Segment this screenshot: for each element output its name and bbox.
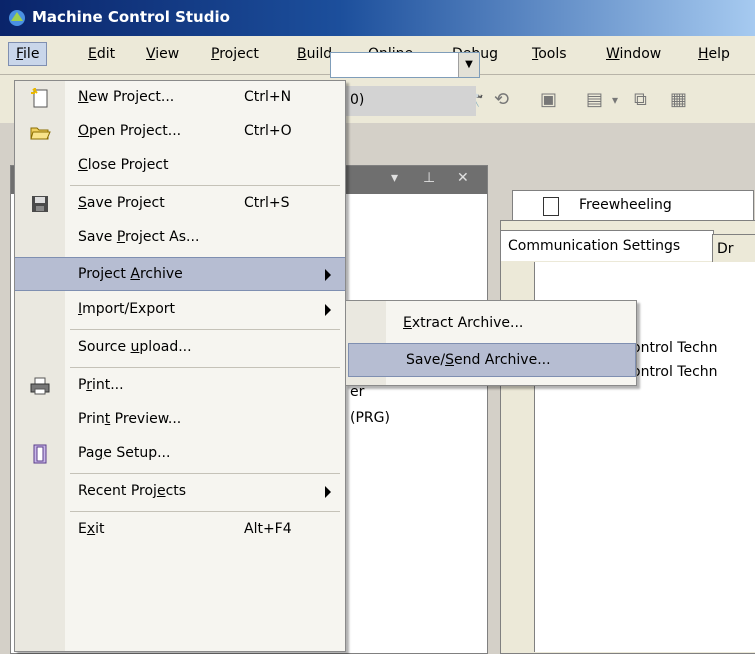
replace-icon[interactable]: ⟲ xyxy=(494,89,509,110)
menu-item-close-project[interactable]: Close Project xyxy=(15,149,345,183)
menu-label: Close Project xyxy=(78,157,169,173)
menu-label: Open Project... xyxy=(78,123,182,139)
project-archive-submenu: Extract Archive... Save/Send Archive... xyxy=(345,300,637,386)
menu-label: Exit xyxy=(78,521,105,537)
menu-view[interactable]: View xyxy=(146,46,179,62)
menu-label: Page Setup... xyxy=(78,445,171,461)
tab-label: Communication Settings xyxy=(508,238,681,254)
window-title: Machine Control Studio xyxy=(32,8,230,26)
menu-label: Save Project xyxy=(78,195,165,211)
tree-row-text: er xyxy=(350,384,365,400)
tab-label: Freewheeling xyxy=(579,197,672,213)
toolbar-icon[interactable]: ▦ xyxy=(670,89,687,110)
menu-item-project-archive[interactable]: Project Archive xyxy=(15,257,345,291)
menu-item-extract-archive[interactable]: Extract Archive... xyxy=(346,307,636,341)
menu-item-source-upload[interactable]: Source upload... xyxy=(15,331,345,365)
menu-label: New Project... xyxy=(78,89,175,105)
tab-freewheeling[interactable]: Freewheeling xyxy=(512,190,754,221)
menu-separator xyxy=(70,367,340,368)
menu-label: Extract Archive... xyxy=(403,315,524,331)
new-project-icon xyxy=(31,88,48,108)
panel-combo[interactable]: ▼ xyxy=(330,52,480,78)
menu-label: Import/Export xyxy=(78,301,176,317)
menu-item-open-project[interactable]: Open Project... Ctrl+O xyxy=(15,115,345,149)
menu-item-recent-projects[interactable]: Recent Projects xyxy=(15,475,345,509)
tab-label: Dr xyxy=(717,241,734,257)
menu-item-save-project[interactable]: Save Project Ctrl+S xyxy=(15,187,345,221)
menu-window[interactable]: Window xyxy=(606,46,661,62)
menu-label: Project Archive xyxy=(78,266,183,282)
new-window-icon[interactable]: ⧉ xyxy=(634,89,647,110)
menu-item-new-project[interactable]: New Project... Ctrl+N xyxy=(15,81,345,115)
menu-edit[interactable]: Edit xyxy=(88,46,115,62)
close-icon[interactable]: ✕ xyxy=(457,170,469,186)
chevron-down-icon[interactable]: ▾ xyxy=(391,170,398,186)
menu-shortcut: Ctrl+O xyxy=(244,123,292,139)
content-text: ontrol Techn xyxy=(632,340,718,356)
chevron-down-icon[interactable]: ▾ xyxy=(612,93,618,107)
menu-item-print-preview[interactable]: Print Preview... xyxy=(15,403,345,437)
menu-build[interactable]: Build xyxy=(297,46,332,62)
tab-dr[interactable]: Dr xyxy=(712,234,755,263)
menu-tools[interactable]: Tools xyxy=(532,46,567,62)
menu-help[interactable]: Help xyxy=(698,46,730,62)
menu-separator xyxy=(70,511,340,512)
chevron-down-icon[interactable]: ▼ xyxy=(458,53,479,77)
menu-item-page-setup[interactable]: Page Setup... xyxy=(15,437,345,471)
document-icon xyxy=(543,197,559,216)
menu-shortcut: Alt+F4 xyxy=(244,521,292,537)
printer-icon xyxy=(30,377,50,395)
open-folder-icon xyxy=(30,127,51,140)
menu-shortcut: Ctrl+S xyxy=(244,195,290,211)
menu-item-save-project-as[interactable]: Save Project As... xyxy=(15,221,345,255)
title-bar: Machine Control Studio xyxy=(0,0,755,36)
tree-row-text: 0) xyxy=(350,92,365,108)
menu-label: Save/Send Archive... xyxy=(406,352,551,368)
pin-icon[interactable]: ⊥ xyxy=(423,170,435,186)
menu-item-import-export[interactable]: Import/Export xyxy=(15,293,345,327)
menu-label: Source upload... xyxy=(78,339,192,355)
menu-item-print[interactable]: Print... xyxy=(15,369,345,403)
menu-item-exit[interactable]: Exit Alt+F4 xyxy=(15,513,345,547)
menu-separator xyxy=(70,473,340,474)
submenu-arrow-icon xyxy=(325,304,331,316)
menu-file[interactable]: File xyxy=(8,42,48,66)
menu-shortcut: Ctrl+N xyxy=(244,89,292,105)
save-icon xyxy=(32,196,48,212)
submenu-arrow-icon xyxy=(325,269,331,281)
select-all-icon[interactable]: ▣ xyxy=(540,89,557,110)
menu-separator xyxy=(70,185,340,186)
menu-item-save-send-archive[interactable]: Save/Send Archive... xyxy=(348,343,636,377)
menu-separator xyxy=(70,329,340,330)
menu-label: Print... xyxy=(78,377,124,393)
page-setup-icon xyxy=(33,444,47,464)
file-menu: New Project... Ctrl+N Open Project... Ct… xyxy=(14,80,346,652)
insert-icon[interactable]: ▤ xyxy=(586,89,603,110)
tree-row-text: (PRG) xyxy=(350,410,390,426)
menu-project[interactable]: Project xyxy=(211,46,259,62)
app-logo-icon xyxy=(9,10,25,26)
menu-label: Save Project As... xyxy=(78,229,200,245)
content-text: ontrol Techn xyxy=(632,364,718,380)
submenu-arrow-icon xyxy=(325,486,331,498)
menu-label: Recent Projects xyxy=(78,483,187,499)
menu-label: Print Preview... xyxy=(78,411,182,427)
